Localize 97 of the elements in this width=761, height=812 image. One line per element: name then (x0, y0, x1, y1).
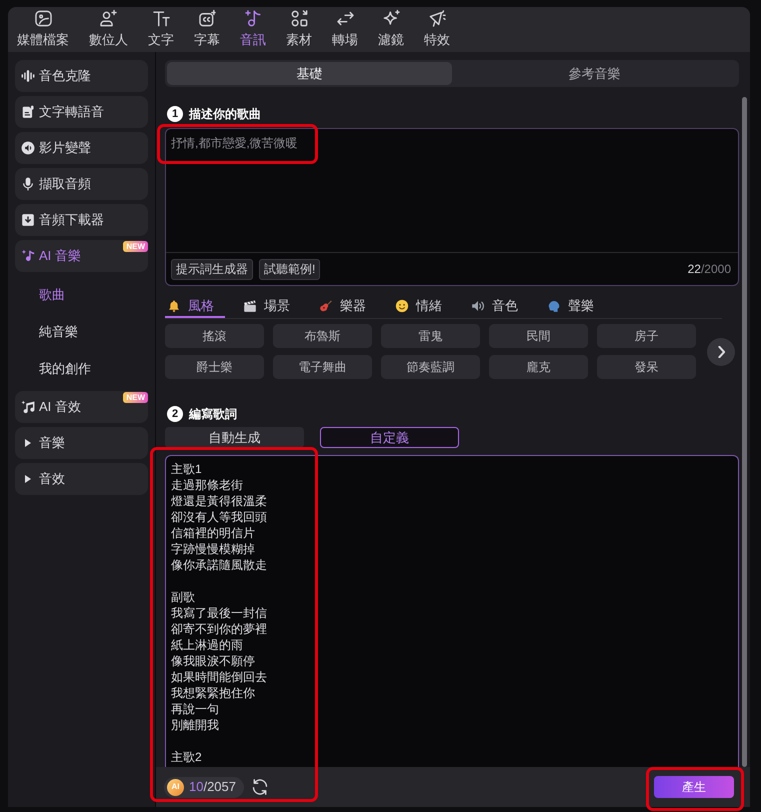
category-tab[interactable]: 音色 (469, 296, 529, 318)
tag-chip[interactable]: 節奏藍調 (381, 355, 480, 379)
tag-chip[interactable]: 爵士樂 (165, 355, 264, 379)
lyric-line: 再說一句 (171, 701, 219, 717)
character-count: 22/2000 (688, 261, 732, 278)
category-tab[interactable]: 聲樂 (545, 296, 605, 318)
microphone-icon (21, 177, 35, 191)
person-add-icon (99, 9, 118, 28)
captions-icon (198, 9, 216, 28)
smiley-icon (395, 299, 409, 313)
lyric-line: 別離開我 (171, 717, 219, 733)
generate-button[interactable]: 產生 (654, 776, 734, 798)
lyric-line: 我想緊緊抱住你 (171, 685, 255, 701)
sidebar-item[interactable]: 影片變聲 (15, 132, 148, 164)
toolbar-tab[interactable]: 字幕 (194, 9, 220, 48)
mode-tab[interactable]: 基礎 (167, 62, 452, 85)
new-badge: NEW (123, 392, 148, 403)
scrollbar-thumb[interactable] (742, 97, 747, 767)
sidebar-item[interactable]: 音效 (15, 463, 148, 495)
sidebar-item[interactable]: 文字轉語音 (15, 96, 148, 128)
tag-chip[interactable]: 房子 (597, 324, 696, 348)
coin-badge: AI (167, 778, 184, 796)
head-icon (547, 299, 561, 313)
tool-button[interactable]: 提示詞生成器 (171, 258, 253, 280)
tag-chip[interactable]: 搖滾 (165, 324, 264, 348)
toolbar-tab[interactable]: 濾鏡 (378, 9, 404, 48)
toolbar-tab[interactable]: 數位人 (89, 9, 128, 48)
category-tab[interactable]: 場景 (241, 296, 301, 318)
lyric-line: 信箱裡的明信片 (171, 525, 255, 541)
bell-icon (167, 299, 181, 313)
new-badge: NEW (123, 241, 148, 252)
sidebar-item[interactable]: AI 音效 NEW (15, 391, 148, 423)
description-field[interactable]: 抒情,都市戀愛,微苦微暖 提示詞生成器 試聽範例! 22/2000 (165, 128, 739, 286)
tag-chip[interactable]: 發呆 (597, 355, 696, 379)
music-notes-icon (21, 400, 35, 414)
tag-chip[interactable]: 電子舞曲 (273, 355, 372, 379)
lyric-line: 主歌2 (171, 749, 202, 765)
sidebar-item[interactable]: 音色克隆 (15, 60, 148, 92)
tag-chip[interactable]: 民間 (489, 324, 588, 348)
toolbar-tab[interactable]: 音訊 (240, 9, 266, 48)
waveform-icon (21, 69, 35, 83)
tool-button[interactable]: 試聽範例! (259, 258, 320, 280)
lyrics-mode-button[interactable]: 自定義 (320, 427, 459, 448)
lyric-line: 卻寄不到你的夢裡 (171, 621, 267, 637)
document-icon (21, 105, 35, 119)
music-note-icon (244, 9, 262, 28)
chevron-right-icon (718, 346, 724, 358)
tag-chip[interactable]: 布魯斯 (273, 324, 372, 348)
toolbar-tab[interactable]: 素材 (286, 9, 312, 48)
lyric-line: 字跡慢慢模糊掉 (171, 541, 255, 557)
step-number: 2 (167, 406, 183, 422)
speaker-icon (471, 299, 485, 313)
submenu-item[interactable]: 純音樂 (15, 313, 148, 350)
lyrics-field[interactable]: 主歌1 走過那條老街 燈還是黃得很溫柔 卻沒有人等我回頭 信箱裡的明信片 字跡慢慢模糊掉 像你承諾隨風散走 副歌 我寫了最後一封信 卻寄不到你的夢裡 紙上淋過的雨 像我眼淚不願停 如果時間能倒回去 我想緊緊抱住你 再說一句 別離開我 主歌2 (165, 455, 739, 767)
download-icon (21, 213, 35, 227)
lyric-line: 卻沒有人等我回頭 (171, 509, 267, 525)
cone-icon (428, 9, 446, 28)
clapperboard-icon (243, 299, 257, 313)
speaker-disc-icon (21, 141, 35, 155)
credits-count: 10/2057 (189, 778, 236, 796)
next-page-button[interactable] (707, 338, 735, 366)
tag-chip[interactable]: 雷鬼 (381, 324, 480, 348)
section-title: 描述你的歌曲 (189, 106, 261, 123)
category-tab[interactable]: 情緒 (393, 296, 453, 318)
shapes-icon (290, 9, 308, 28)
lyric-line: 走過那條老街 (171, 477, 243, 493)
section-title: 編寫歌詞 (189, 406, 237, 423)
mode-tab[interactable]: 參考音樂 (452, 62, 737, 85)
sidebar-item[interactable]: 音樂 (15, 427, 148, 459)
step-number: 1 (167, 106, 183, 122)
lyrics-mode-button[interactable]: 自動生成 (165, 427, 304, 448)
lyric-line: 如果時間能倒回去 (171, 669, 267, 685)
refresh-icon[interactable] (252, 779, 268, 795)
arrows-icon (336, 9, 354, 28)
category-tab[interactable]: 風格 (165, 296, 225, 318)
lyric-line: 紙上淋過的雨 (171, 637, 243, 653)
image-icon (34, 9, 52, 28)
category-tab[interactable]: 樂器 (317, 296, 377, 318)
sidebar-item[interactable]: AI 音樂 NEW (15, 240, 148, 272)
tag-chip[interactable]: 龐克 (489, 355, 588, 379)
submenu-item[interactable]: 歌曲 (15, 276, 148, 313)
toolbar-tab[interactable]: 特效 (424, 9, 450, 48)
music-sparkle-icon (21, 249, 35, 263)
toolbar-tab[interactable]: 文字 (148, 9, 174, 48)
guitar-icon (319, 299, 333, 313)
sidebar-item[interactable]: 音頻下載器 (15, 204, 148, 236)
toolbar-tab[interactable]: 媒體檔案 (17, 9, 69, 48)
submenu-item[interactable]: 我的創作 (15, 350, 148, 387)
lyric-line: 副歌 (171, 589, 195, 605)
lyric-line: 燈還是黃得很溫柔 (171, 493, 267, 509)
lyric-line: 我寫了最後一封信 (171, 605, 267, 621)
lyric-line: 像我眼淚不願停 (171, 653, 255, 669)
text-icon (152, 9, 170, 28)
sidebar-item[interactable]: 擷取音頻 (15, 168, 148, 200)
lyric-line: 主歌1 (171, 461, 202, 477)
lyric-line: 像你承諾隨風散走 (171, 557, 267, 573)
toolbar-tab[interactable]: 轉場 (332, 9, 358, 48)
